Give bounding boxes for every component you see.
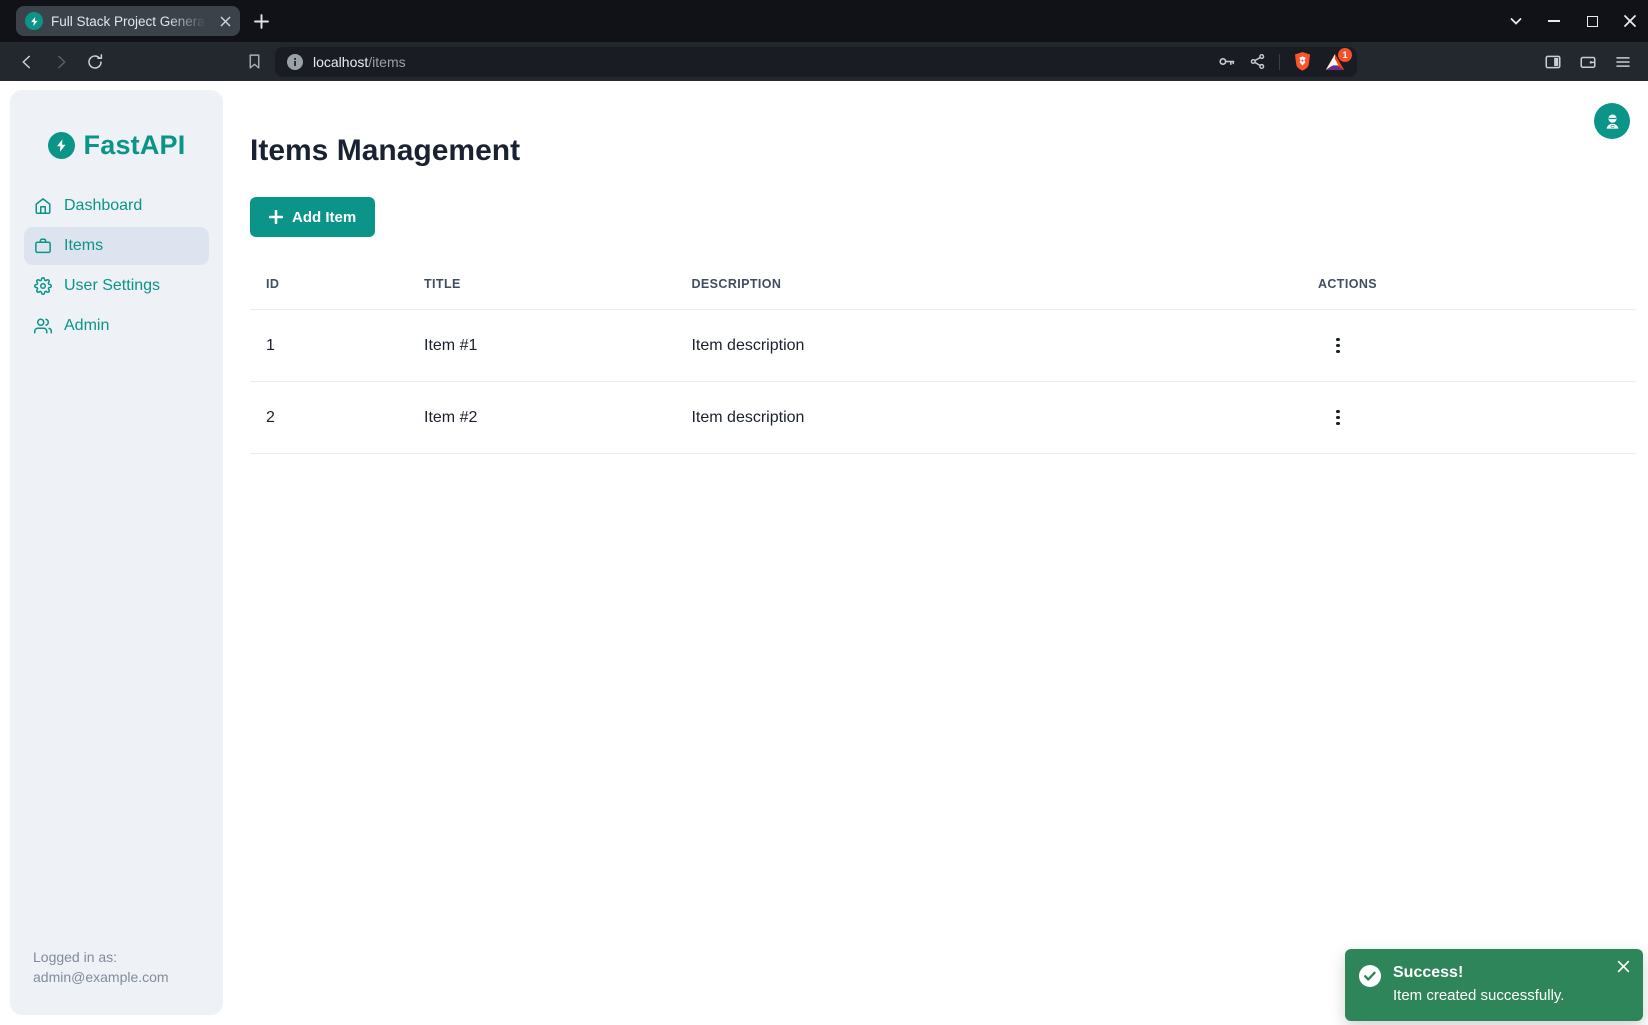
column-header-id: ID (250, 259, 408, 310)
back-icon[interactable] (14, 49, 40, 75)
sidebar-item-label: User Settings (64, 277, 160, 295)
tab-search-chevron-icon[interactable] (1508, 13, 1524, 29)
tab-title: Full Stack Project Genera (51, 14, 212, 29)
page-title: Items Management (250, 133, 1636, 169)
plus-icon (269, 210, 283, 224)
logged-in-email: admin@example.com (33, 967, 169, 987)
browser-titlebar: Full Stack Project Genera (0, 0, 1648, 42)
add-item-button[interactable]: Add Item (250, 197, 375, 237)
browser-navbar: localhost/items 1 (0, 42, 1648, 81)
cell-description: Item description (675, 310, 1301, 382)
wallet-icon[interactable] (1579, 53, 1597, 71)
sidebar-item-label: Admin (64, 317, 109, 335)
url-text: localhost/items (313, 54, 406, 70)
url-host: localhost (313, 54, 368, 70)
table-row: 2 Item #2 Item description (250, 382, 1636, 454)
reload-icon[interactable] (82, 49, 108, 75)
sidebar-item-label: Dashboard (64, 197, 142, 215)
brave-shield-icon[interactable] (1293, 51, 1312, 72)
new-tab-button[interactable] (254, 14, 269, 29)
tab-close-icon[interactable] (220, 16, 231, 27)
user-astronaut-icon (1603, 112, 1622, 131)
site-info-icon[interactable] (287, 54, 303, 70)
key-icon[interactable] (1217, 52, 1236, 71)
main-content: Items Management Add Item ID TITLE DESCR… (223, 81, 1648, 1025)
sidebar-item-admin[interactable]: Admin (24, 307, 209, 345)
column-header-actions: ACTIONS (1302, 259, 1636, 310)
add-item-label: Add Item (292, 209, 356, 226)
brand-name: FastAPI (84, 130, 186, 161)
fastapi-favicon-icon (25, 12, 43, 30)
pill-divider (1279, 54, 1280, 70)
app-sidebar: FastAPI Dashboard Items (10, 90, 223, 1015)
rewards-badge: 1 (1338, 48, 1352, 62)
success-toast: Success! Item created successfully. (1345, 949, 1643, 1021)
browser-window: Full Stack Project Genera (0, 0, 1648, 1025)
sidebar-item-items[interactable]: Items (24, 227, 209, 265)
toolbar-right (1544, 53, 1638, 71)
brave-rewards-icon[interactable]: 1 (1325, 53, 1345, 71)
bookmark-icon[interactable] (246, 53, 263, 70)
maximize-button[interactable] (1584, 13, 1600, 29)
close-window-button[interactable] (1622, 13, 1638, 29)
toast-message: Item created successfully. (1393, 984, 1564, 1007)
cell-id: 1 (250, 310, 408, 382)
address-bar[interactable]: localhost/items 1 (275, 47, 1357, 77)
home-icon (34, 197, 52, 215)
share-icon[interactable] (1249, 53, 1266, 70)
row-actions-menu-button[interactable] (1322, 330, 1354, 362)
fastapi-logo-icon (48, 132, 75, 159)
cell-description: Item description (675, 382, 1301, 454)
column-header-description: DESCRIPTION (675, 259, 1301, 310)
column-header-title: TITLE (408, 259, 675, 310)
sidebar-item-user-settings[interactable]: User Settings (24, 267, 209, 305)
user-menu-button[interactable] (1594, 103, 1630, 139)
users-icon (34, 317, 52, 335)
briefcase-icon (34, 237, 52, 255)
sidebar-item-dashboard[interactable]: Dashboard (24, 187, 209, 225)
gear-icon (34, 277, 52, 295)
check-circle-icon (1359, 965, 1381, 987)
browser-tab[interactable]: Full Stack Project Genera (16, 6, 240, 36)
sidebar-nav: Dashboard Items User Settings (24, 187, 209, 345)
window-controls (1508, 0, 1638, 42)
table-header-row: ID TITLE DESCRIPTION ACTIONS (250, 259, 1636, 310)
toast-title: Success! (1393, 962, 1564, 984)
toast-close-icon[interactable] (1615, 958, 1632, 975)
table-row: 1 Item #1 Item description (250, 310, 1636, 382)
brand: FastAPI (10, 90, 223, 161)
cell-title: Item #1 (408, 310, 675, 382)
url-path: /items (368, 54, 405, 70)
sidebar-toggle-icon[interactable] (1544, 53, 1562, 71)
minimize-button[interactable] (1546, 13, 1562, 29)
cell-id: 2 (250, 382, 408, 454)
sidebar-item-label: Items (64, 237, 103, 255)
page-content: FastAPI Dashboard Items (0, 81, 1648, 1025)
row-actions-menu-button[interactable] (1322, 402, 1354, 434)
forward-icon[interactable] (48, 49, 74, 75)
cell-title: Item #2 (408, 382, 675, 454)
menu-icon[interactable] (1614, 53, 1632, 71)
logged-in-info: Logged in as: admin@example.com (33, 947, 169, 987)
items-table: ID TITLE DESCRIPTION ACTIONS 1 Item #1 I… (250, 259, 1636, 454)
logged-in-label: Logged in as: (33, 947, 169, 967)
